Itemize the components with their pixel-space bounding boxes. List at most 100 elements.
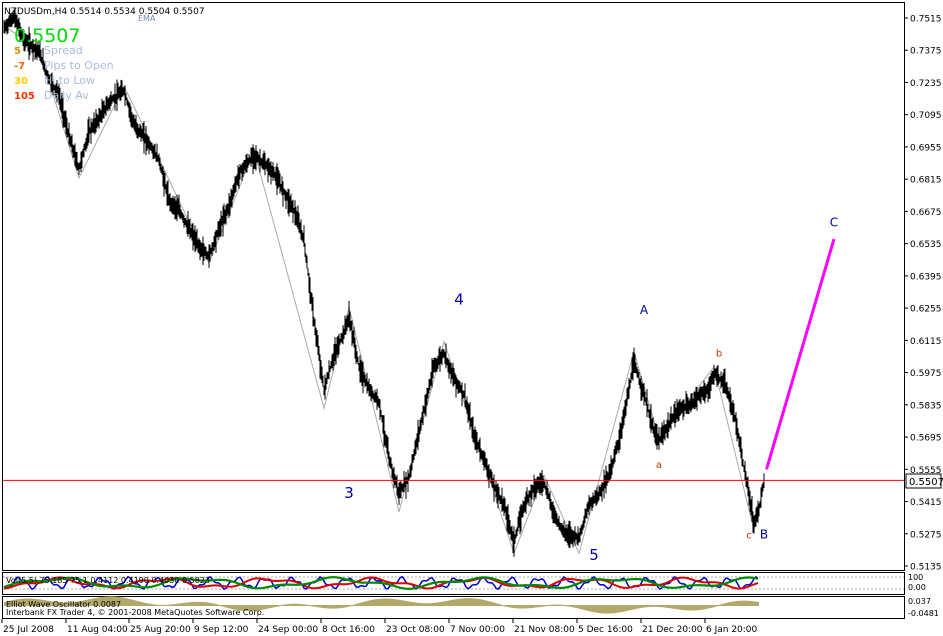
ewo-bar [453, 599, 454, 606]
ewo-bar [690, 605, 691, 611]
ewo-bar [502, 604, 503, 606]
ewo-axis-low: -0.0481 [908, 609, 939, 618]
ewo-bar [426, 603, 427, 606]
ewo-bar [563, 604, 564, 606]
ewo-bar [671, 605, 672, 609]
ewo-bar [304, 604, 305, 606]
wave-label: 5 [589, 546, 599, 564]
ewo-bar [562, 604, 563, 606]
ewo-bar [358, 603, 359, 606]
ewo-bar [669, 605, 670, 609]
price-tick-label: 0.5835 [910, 401, 942, 411]
ewo-bar [212, 603, 213, 606]
ewo-bar [637, 605, 638, 609]
ewo-bar [390, 598, 391, 606]
ewo-bar [193, 601, 194, 606]
chart-window[interactable]: 0.7515 0.7375 0.7235 0.7095 0.6955 0.6815 0.66… [0, 0, 943, 636]
info-label: Pips to Open [44, 59, 114, 72]
ewo-bar [593, 605, 594, 613]
ewo-bar [166, 604, 167, 606]
ewo-bar [413, 602, 414, 606]
ewo-bar [713, 605, 714, 608]
ewo-bar [519, 605, 520, 609]
ewo-bar [151, 604, 152, 606]
ewo-bar [337, 605, 338, 609]
ewo-bar [463, 598, 464, 606]
ewo-bar [705, 605, 706, 610]
ewo-bar [188, 602, 189, 606]
ewo-bar [472, 598, 473, 606]
price-tick-label: 0.6955 [910, 143, 942, 153]
ewo-bar [402, 600, 403, 606]
ewo-bar [633, 605, 634, 610]
ewo-bar [153, 604, 154, 606]
ewo-bar [217, 604, 218, 606]
ewo-bar [717, 605, 718, 607]
ewo-bar [613, 605, 614, 614]
ewo-bar [555, 604, 556, 606]
ewo-bar [315, 605, 316, 607]
ewo-bar [178, 603, 179, 606]
ewo-bar [368, 600, 369, 606]
ewo-bar [557, 604, 558, 606]
ewo-bar [138, 601, 139, 606]
ewo-bar [323, 605, 324, 609]
time-tick-label: 24 Sep 00:00 [258, 625, 318, 635]
ewo-bar [156, 604, 157, 606]
ewo-bar [599, 605, 600, 614]
ewo-bar [133, 599, 134, 606]
info-value: 105 [14, 91, 35, 102]
ewo-bar [272, 605, 273, 608]
ewo-bar [436, 602, 437, 606]
ewo-bar [518, 605, 519, 609]
ewo-bar [731, 601, 732, 606]
ewo-bar [471, 598, 472, 606]
ewo-bar [354, 604, 355, 606]
ewo-bar [191, 602, 192, 606]
ewo-bar [141, 602, 142, 606]
time-tick-label: 6 Jan 20:00 [706, 625, 758, 635]
ewo-bar [664, 605, 665, 608]
ewo-bar [389, 598, 390, 606]
ewo-bar [718, 604, 719, 606]
ewo-bar [715, 605, 716, 607]
ewo-bar [384, 598, 385, 606]
ewo-bar [155, 604, 156, 606]
ewo-bar [282, 604, 283, 606]
ewo-bar [733, 601, 734, 606]
ewo-bar [615, 605, 616, 614]
volume-axis-low: 0.00 [908, 583, 926, 592]
ewo-bar [125, 598, 126, 606]
time-tick-label: 21 Nov 08:00 [514, 625, 575, 635]
ewo-bar [525, 605, 526, 609]
ewo-bar [367, 600, 368, 606]
ewo-bar [429, 603, 430, 606]
ewo-bar [572, 605, 573, 608]
ewo-bar [504, 605, 505, 607]
ewo-bar [398, 599, 399, 606]
ewo-bar [668, 605, 669, 609]
ewo-bar [355, 604, 356, 606]
ewo-bar [270, 605, 271, 609]
ewo-bar [450, 600, 451, 606]
price-tick-label: 0.6395 [910, 272, 942, 282]
info-label: Hi to Low [44, 74, 95, 87]
ewo-bar [372, 599, 373, 606]
ewo-bar [666, 605, 667, 608]
time-tick-label: 9 Sep 12:00 [194, 625, 249, 635]
ewo-bar [653, 605, 654, 607]
ewo-bar [635, 605, 636, 610]
time-tick-label: 5 Dec 16:00 [578, 625, 633, 635]
ewo-bar [452, 599, 453, 606]
ewo-bar [722, 603, 723, 606]
ewo-bar [538, 605, 539, 608]
ewo-bar [617, 605, 618, 613]
ewo-bar [610, 605, 611, 614]
ewo-bar [158, 604, 159, 606]
ewo-bar [266, 605, 267, 609]
ewo-bar [423, 603, 424, 606]
ewo-bar [418, 602, 419, 606]
ewo-bar [134, 600, 135, 606]
ewo-bar [387, 598, 388, 606]
ewo-bar [339, 605, 340, 609]
